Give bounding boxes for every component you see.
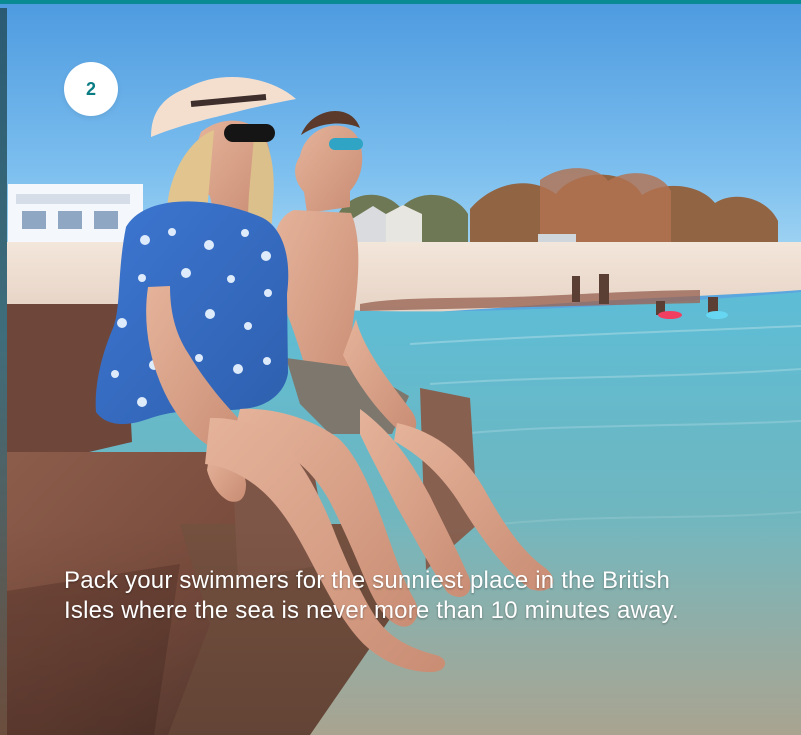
step-number: 2 [85, 79, 96, 99]
left-edge-strip [0, 8, 7, 735]
promo-card: 2 Pack your swimmers for the sunniest pl… [0, 0, 801, 735]
step-badge: 2 [64, 62, 118, 116]
caption-text: Pack your swimmers for the sunniest plac… [64, 567, 679, 624]
